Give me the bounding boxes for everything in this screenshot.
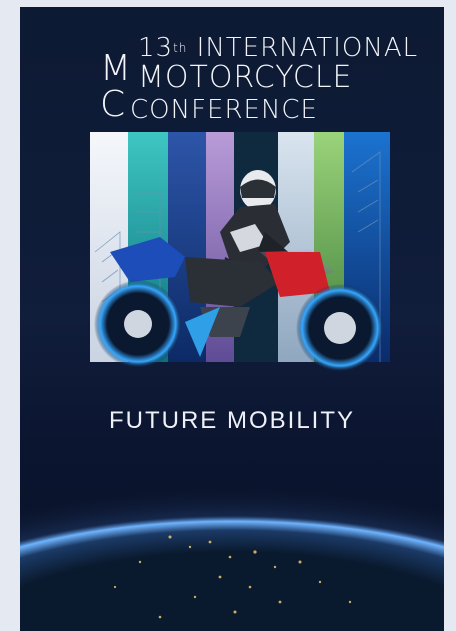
conference-poster: M 13th INTERNATIONAL MOTORCYCLE C CONFER…	[20, 7, 444, 631]
title-line1: 13th INTERNATIONAL	[138, 35, 418, 61]
title-line2: MOTORCYCLE	[138, 60, 353, 95]
front-hub	[124, 310, 152, 338]
rear-hub	[324, 312, 356, 344]
poster-title: M 13th INTERNATIONAL MOTORCYCLE C CONFER…	[20, 25, 444, 135]
earth-horizon	[20, 467, 444, 631]
title-big-c: C	[100, 84, 126, 125]
motorcycle-artwork	[90, 132, 390, 372]
title-ordinal-suffix: th	[173, 41, 188, 55]
title-line3: CONFERENCE	[130, 95, 318, 125]
title-international: INTERNATIONAL	[196, 33, 419, 63]
tagline: FUTURE MOBILITY	[108, 407, 355, 434]
title-ordinal: 13	[138, 33, 174, 63]
title-big-m: M	[100, 48, 132, 89]
